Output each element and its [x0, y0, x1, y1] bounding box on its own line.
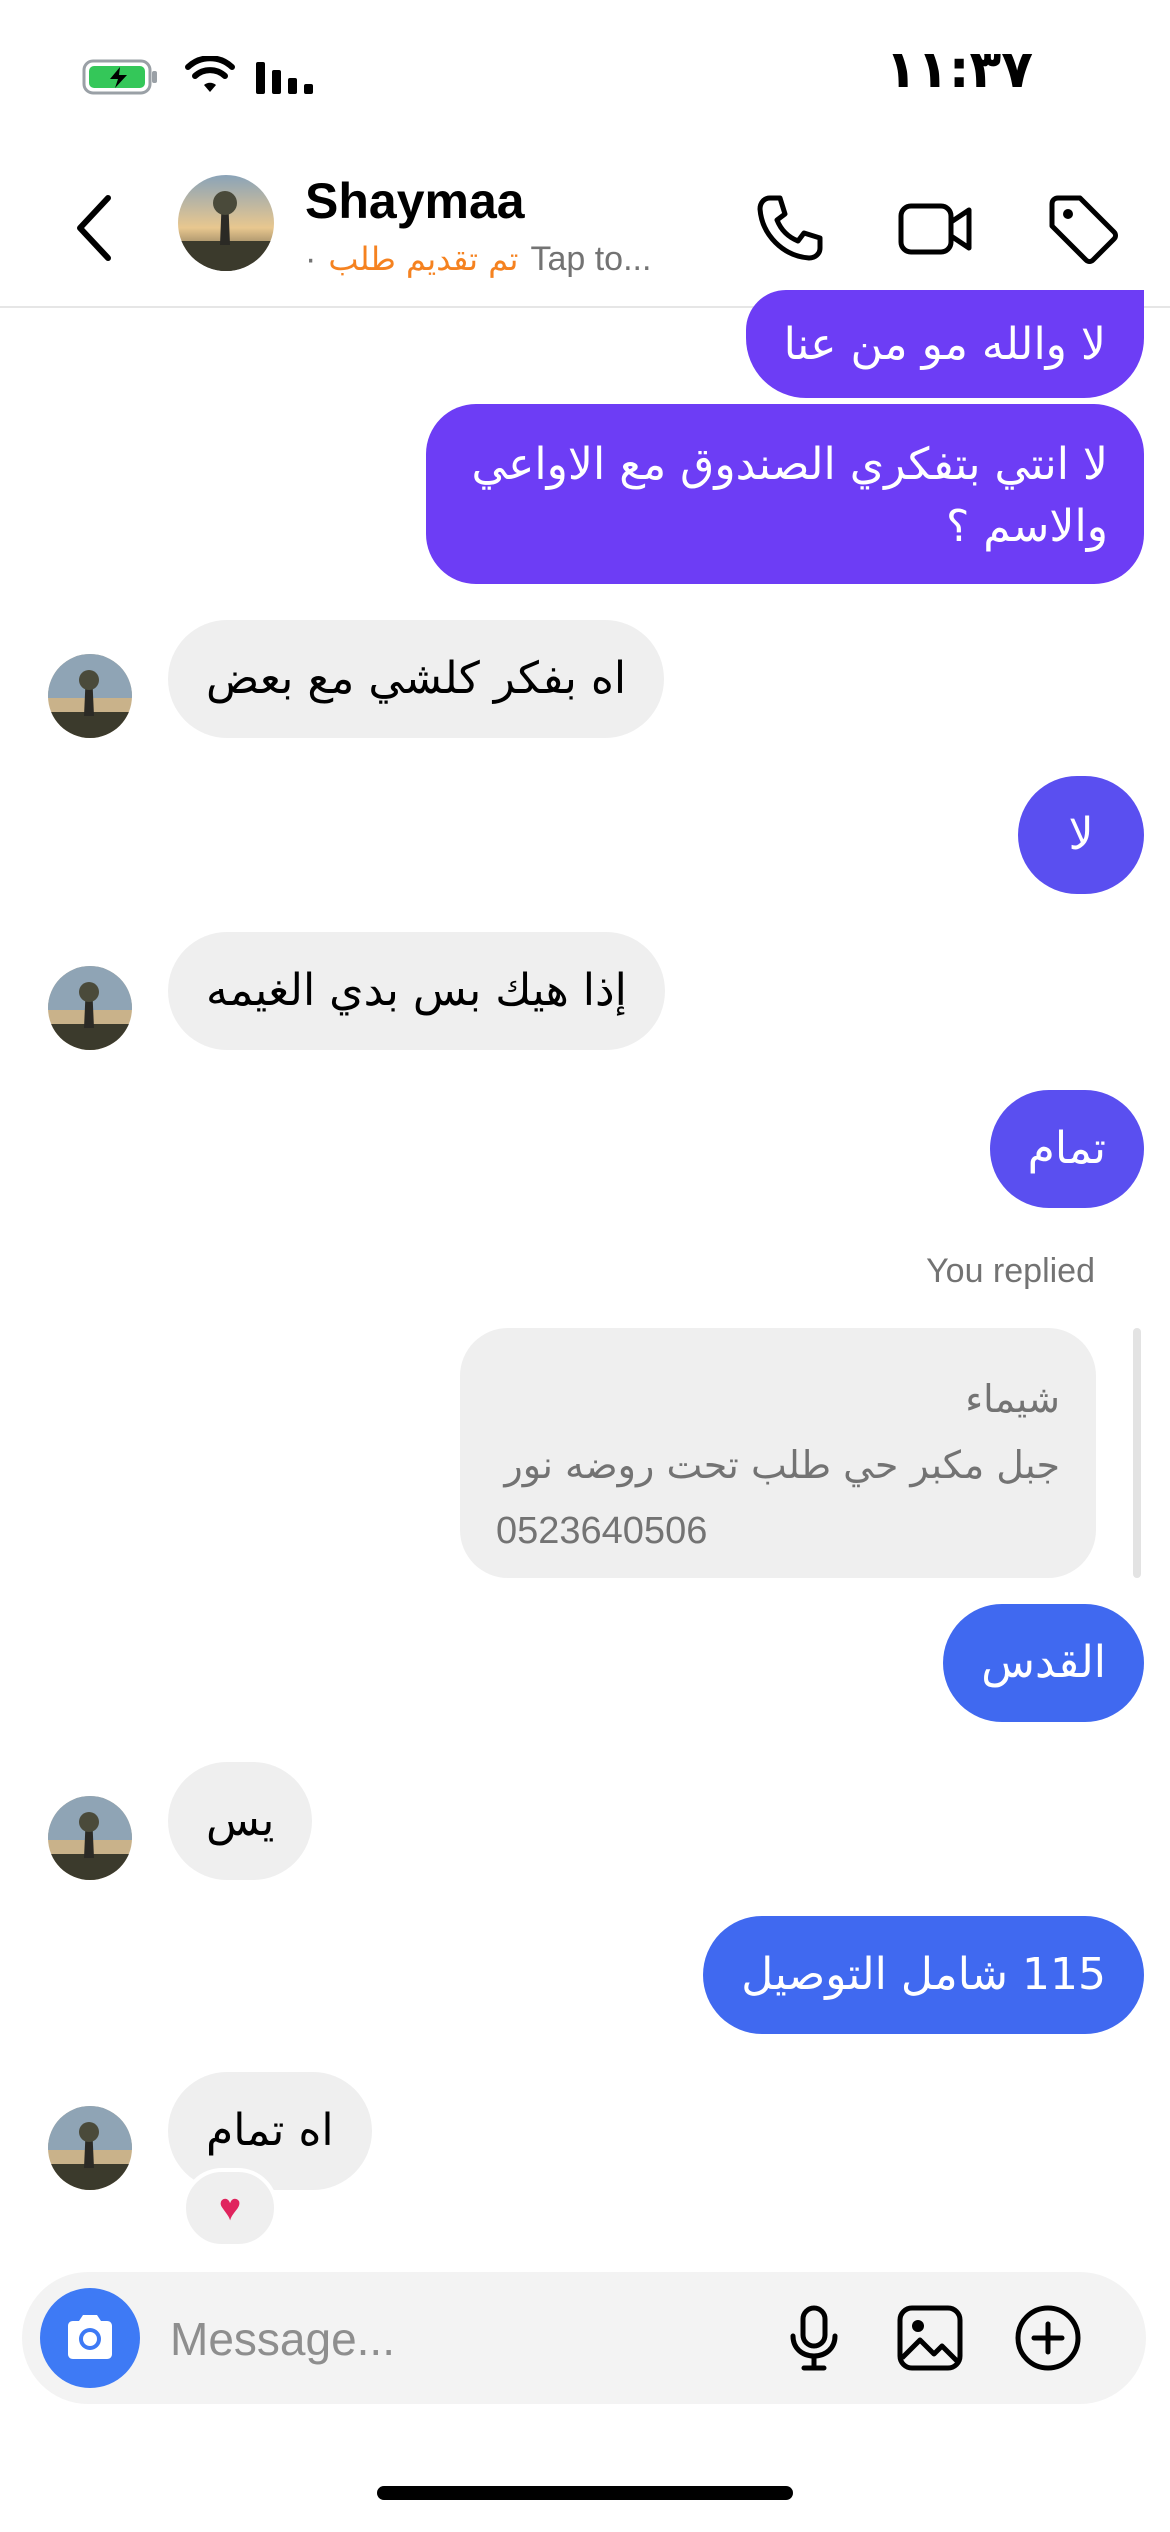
reply-line: 0523640506	[496, 1510, 708, 1552]
message-line: لا انتي بتفكري الصندوق مع الاواعي	[471, 439, 1109, 490]
sender-avatar[interactable]	[48, 1796, 132, 1880]
message-bubble-outgoing[interactable]: لا والله مو من عنا	[745, 290, 1144, 398]
message-bubble-outgoing[interactable]: 115 شامل التوصيل	[703, 1916, 1144, 2034]
mic-icon[interactable]	[778, 2302, 850, 2374]
message-line: والاسم ؟	[945, 501, 1108, 552]
status-time: ١١:٣٧	[885, 40, 1033, 100]
back-icon[interactable]	[66, 188, 122, 268]
reply-line: شيماء	[965, 1377, 1060, 1421]
gallery-icon[interactable]	[894, 2302, 966, 2374]
home-indicator[interactable]	[377, 2486, 793, 2500]
order-status: تم تقديم طلب	[328, 240, 519, 278]
contact-subtitle[interactable]: · تم تقديم طلب Tap to...	[305, 240, 651, 279]
message-bubble-incoming[interactable]: اه تمام	[168, 2072, 372, 2190]
subtitle-hint: Tap to...	[530, 240, 652, 278]
sender-avatar[interactable]	[48, 2106, 132, 2190]
tag-icon[interactable]	[1042, 188, 1122, 268]
sender-avatar[interactable]	[48, 966, 132, 1050]
message-bubble-incoming[interactable]: إذا هيك بس بدي الغيمه	[168, 932, 665, 1050]
video-icon[interactable]	[895, 188, 975, 268]
reply-line: جبل مكبر حي طلب تحت روضه نور	[504, 1443, 1060, 1487]
reply-label: You replied	[926, 1252, 1095, 1290]
avatar[interactable]	[178, 175, 274, 271]
phone-icon[interactable]	[750, 188, 830, 268]
message-bubble-outgoing[interactable]: تمام	[989, 1090, 1144, 1208]
message-input[interactable]	[168, 2300, 752, 2378]
battery-icon	[82, 59, 157, 95]
message-bubble-outgoing[interactable]: القدس	[943, 1604, 1144, 1722]
wifi-icon	[185, 56, 235, 92]
chat-header: Shaymaa · تم تقديم طلب Tap to...	[0, 150, 1170, 308]
heart-icon[interactable]: ♥	[182, 2168, 278, 2248]
message-bubble-outgoing[interactable]: لا انتي بتفكري الصندوق مع الاواعي والاسم…	[426, 404, 1144, 584]
replied-message-quote[interactable]: شيماء جبل مكبر حي طلب تحت روضه نور 05236…	[460, 1328, 1096, 1578]
message-bubble-incoming[interactable]: اه بفكر كلشي مع بعض	[168, 620, 665, 738]
message-bubble-outgoing[interactable]: لا	[1018, 776, 1144, 894]
sender-avatar[interactable]	[48, 654, 132, 738]
reply-quote-bar	[1133, 1328, 1141, 1578]
message-composer	[22, 2272, 1146, 2404]
camera-button[interactable]	[40, 2288, 140, 2388]
camera-icon	[68, 2315, 112, 2359]
message-bubble-incoming[interactable]: يس	[168, 1762, 313, 1880]
status-bar: ١١:٣٧	[0, 0, 1170, 150]
signal-icon	[256, 62, 313, 94]
subtitle-separator: ·	[305, 240, 317, 278]
contact-name[interactable]: Shaymaa	[305, 172, 525, 230]
plus-icon[interactable]	[1012, 2302, 1084, 2374]
